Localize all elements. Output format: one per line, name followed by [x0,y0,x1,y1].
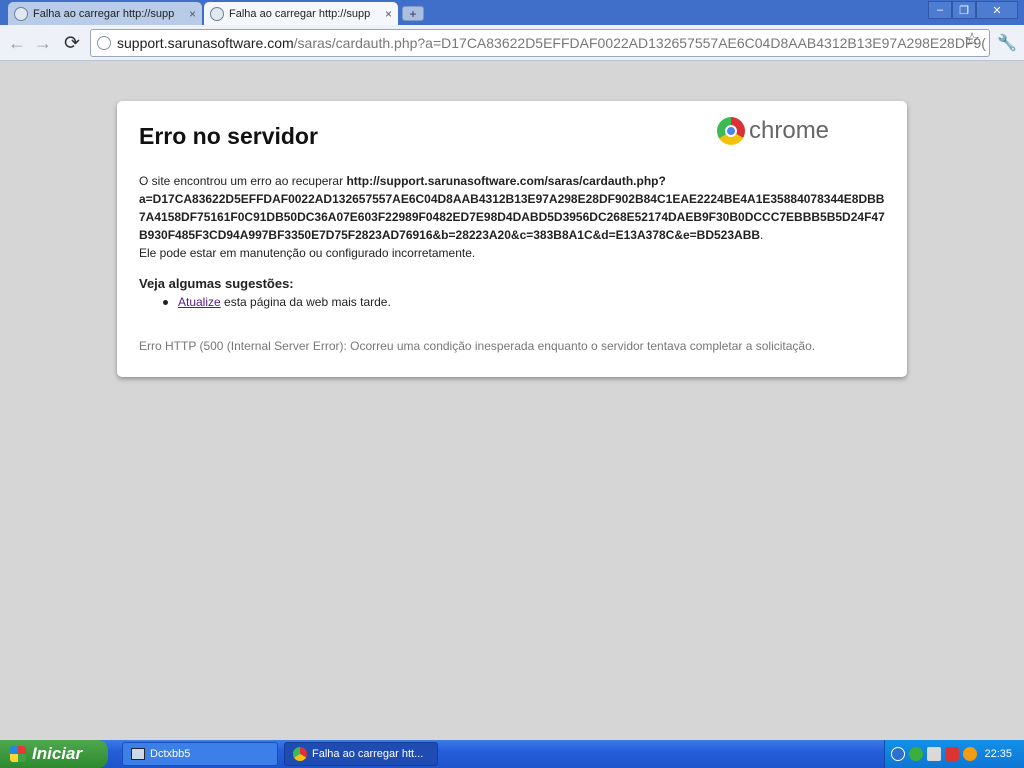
windows-logo-icon [10,746,26,762]
page-content: Erro no servidor chrome O site encontrou… [0,62,1024,740]
tab-title: Falha ao carregar http://supp [229,7,371,20]
maximize-button[interactable]: ❐ [952,1,976,19]
address-bar[interactable]: support.sarunasoftware.com/saras/cardaut… [90,29,990,57]
new-tab-button[interactable]: + [402,6,424,21]
chrome-logo: chrome [717,117,829,145]
globe-icon [210,6,224,21]
tab-title: Falha ao carregar http://supp [33,7,175,20]
window-close-button[interactable]: ✕ [976,1,1018,19]
clock: 22:35 [984,748,1012,760]
error-tail: Ele pode estar em manutenção ou configur… [139,246,476,260]
http-error-code: Erro HTTP (500 (Internal Server Error): … [139,339,816,353]
minimize-button[interactable]: – [928,1,952,19]
utorrent-icon[interactable] [909,747,923,761]
start-label: Iniciar [32,744,83,763]
error-box: Erro no servidor chrome O site encontrou… [117,101,907,377]
page-info-icon[interactable] [97,36,111,50]
antivirus-icon[interactable] [963,747,977,761]
reload-link[interactable]: Atualize [178,295,221,309]
taskbar-item-chrome[interactable]: Falha ao carregar htt... [284,742,438,766]
forward-button[interactable]: → [32,32,54,54]
chrome-icon [293,747,307,761]
tray-arrow-icon[interactable] [891,747,905,761]
start-button[interactable]: Iniciar [0,740,108,768]
close-icon[interactable]: × [189,7,196,21]
close-icon[interactable]: × [385,7,392,21]
error-message: O site encontrou um erro ao recuperar ht… [139,172,887,262]
browser-title-bar: Falha ao carregar http://supp × Falha ao… [0,0,1024,25]
suggestions-title: Veja algumas sugestões: [139,276,294,291]
bullet-icon [163,300,168,306]
chrome-logo-text: chrome [749,117,830,144]
browser-toolbar: ← → ⟳ support.sarunasoftware.com/saras/c… [0,25,1024,61]
url-path: /saras/cardauth.php?a=D17CA83622D5EFFDAF… [293,35,986,51]
tab-2[interactable]: Falha ao carregar http://supp × [204,2,398,25]
security-shield-icon[interactable] [945,747,959,761]
back-button[interactable]: ← [6,32,28,54]
taskbar-item-label: Falha ao carregar htt... [312,748,424,760]
globe-icon [14,6,28,21]
wrench-icon[interactable]: 🔧 [997,33,1017,53]
tab-1[interactable]: Falha ao carregar http://supp × [8,2,202,25]
system-tray: 22:35 [884,740,1024,768]
suggestion-item: Atualize esta página da web mais tarde. [163,295,885,309]
console-icon [131,748,145,760]
reload-button[interactable]: ⟳ [61,32,83,54]
network-icon[interactable] [927,747,941,761]
bookmark-star-icon[interactable]: ☆ [964,29,980,50]
suggestion-text: esta página da web mais tarde. [220,295,391,309]
taskbar-item-dctxbb5[interactable]: Dctxbb5 [122,742,278,766]
error-period: . [760,228,764,242]
chrome-logo-icon [717,117,745,145]
taskbar: Iniciar Dctxbb5 Falha ao carregar htt...… [0,740,1024,768]
taskbar-item-label: Dctxbb5 [150,748,191,760]
error-intro: O site encontrou um erro ao recuperar [139,174,347,188]
url-host: support.sarunasoftware.com [117,35,294,51]
